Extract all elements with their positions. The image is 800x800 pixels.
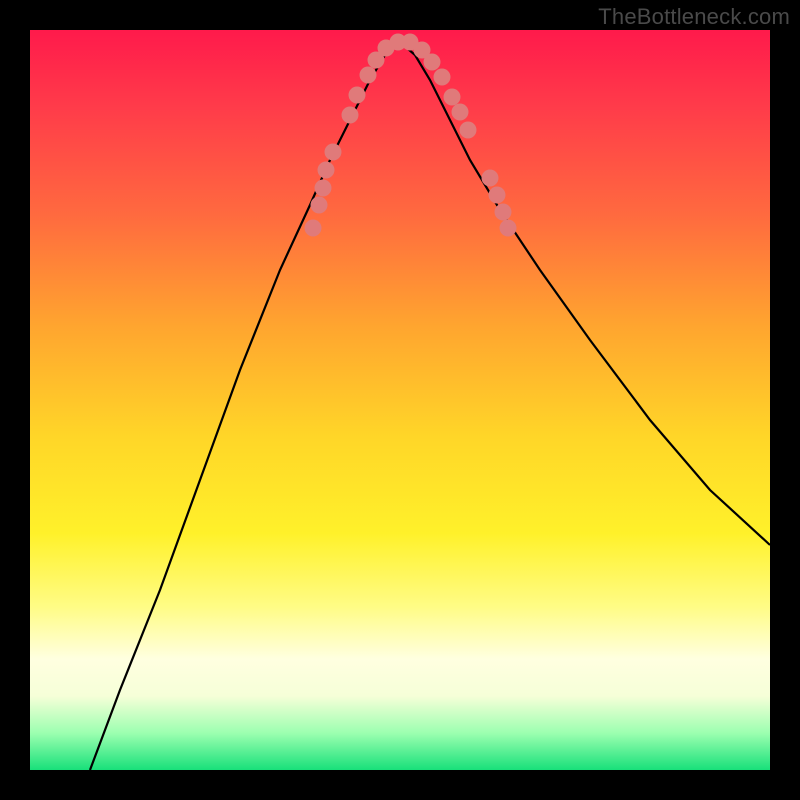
- marker-dot: [489, 187, 506, 204]
- marker-dot: [311, 197, 328, 214]
- marker-dot: [360, 67, 377, 84]
- watermark-text: TheBottleneck.com: [598, 4, 790, 30]
- outer-frame: TheBottleneck.com: [0, 0, 800, 800]
- marker-dot: [325, 144, 342, 161]
- marker-dot: [495, 204, 512, 221]
- marker-dot: [434, 69, 451, 86]
- marker-dot: [500, 220, 517, 237]
- curve-svg: [30, 30, 770, 770]
- marker-dot: [424, 54, 441, 71]
- marker-dot: [460, 122, 477, 139]
- marker-dot: [315, 180, 332, 197]
- marker-dot: [349, 87, 366, 104]
- marker-dot: [482, 170, 499, 187]
- bottleneck-curve: [90, 42, 770, 770]
- marker-dot: [444, 89, 461, 106]
- marker-group: [305, 34, 517, 237]
- marker-dot: [318, 162, 335, 179]
- marker-dot: [342, 107, 359, 124]
- marker-dot: [452, 104, 469, 121]
- plot-area: [30, 30, 770, 770]
- marker-dot: [305, 220, 322, 237]
